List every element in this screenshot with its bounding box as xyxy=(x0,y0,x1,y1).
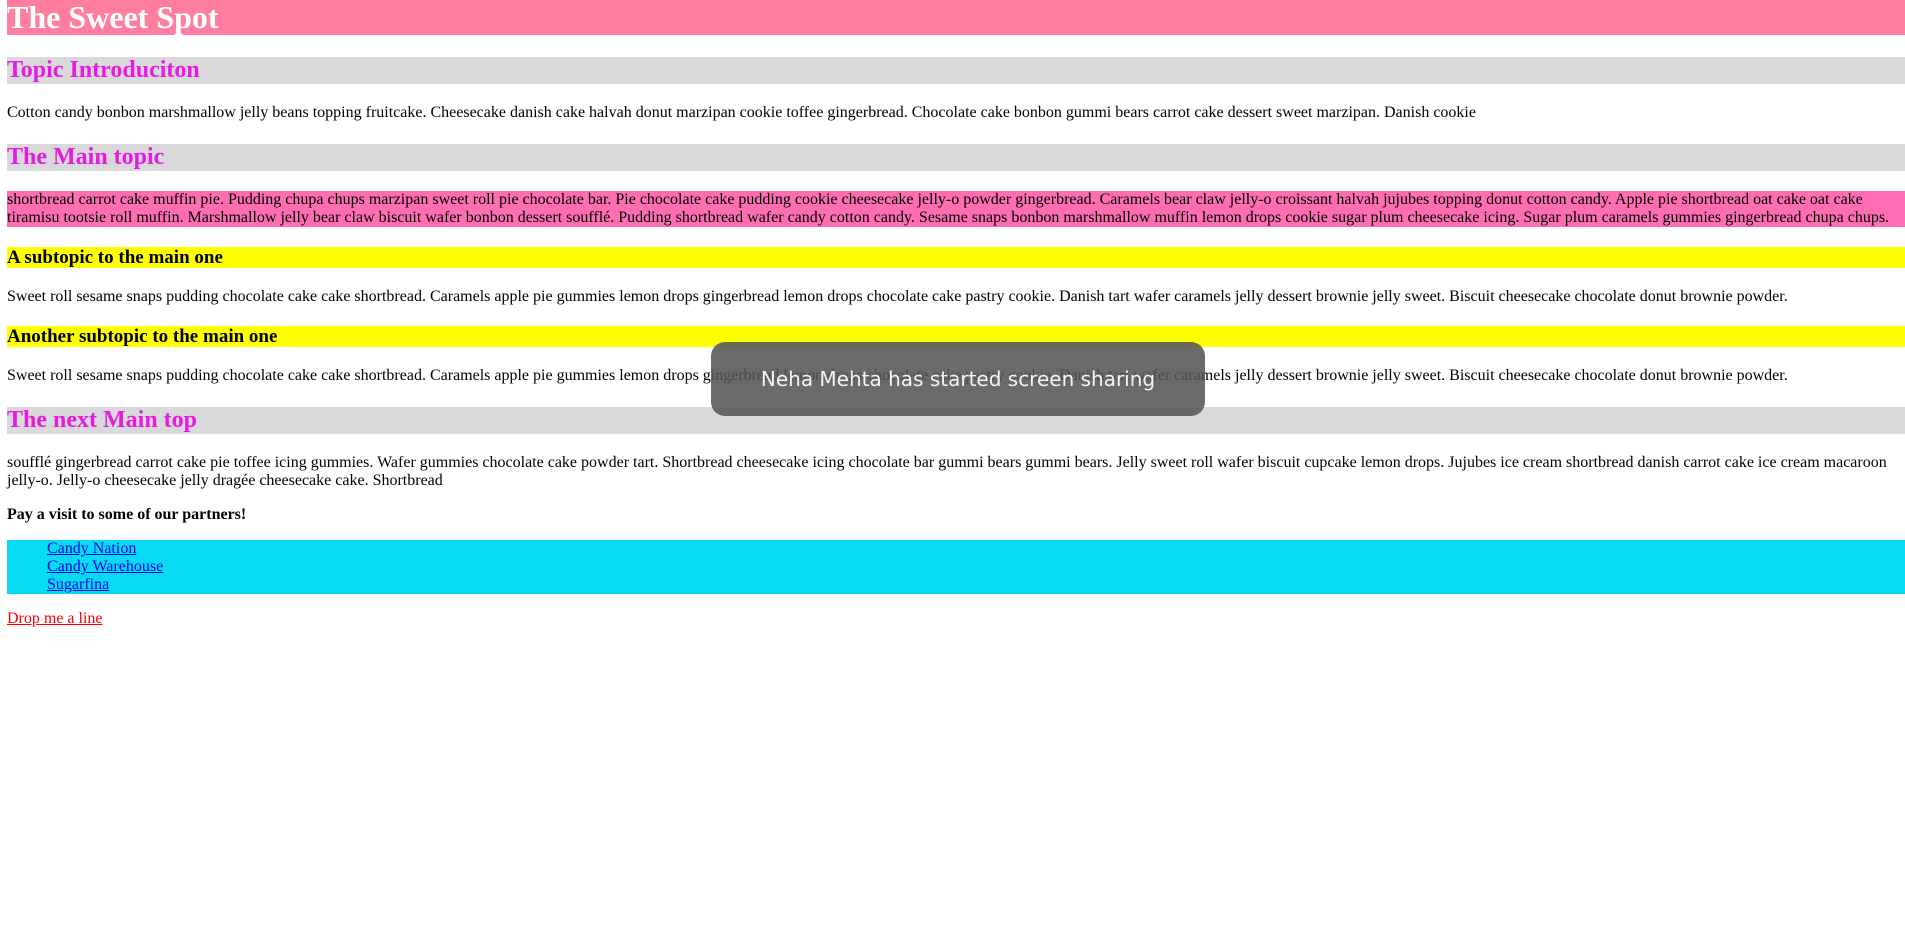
intro-paragraph: Cotton candy bonbon marshmallow jelly be… xyxy=(7,104,1476,121)
partner-list-item: Candy Nation xyxy=(47,540,1905,558)
page: The Sweet Spot Topic Introduciton Cotton… xyxy=(7,0,1905,628)
site-title: The Sweet Spot xyxy=(7,0,1905,35)
partner-link-candy-nation[interactable]: Candy Nation xyxy=(47,540,136,557)
contact-link[interactable]: Drop me a line xyxy=(7,610,103,628)
partners-list: Candy Nation Candy Warehouse Sugarfina xyxy=(7,540,1905,594)
partner-list-item: Sugarfina xyxy=(47,576,1905,594)
subtopic-1-heading: A subtopic to the main one xyxy=(7,247,1905,268)
partner-list-item: Candy Warehouse xyxy=(47,558,1905,576)
next-topic-paragraph: soufflé gingerbread carrot cake pie toff… xyxy=(7,454,1887,489)
notification-text: Neha Mehta has started screen sharing xyxy=(760,367,1156,391)
intro-heading: Topic Introduciton xyxy=(7,57,1905,84)
partners-label: Pay a visit to some of our partners! xyxy=(7,506,247,523)
main-topic-heading: The Main topic xyxy=(7,144,1905,171)
screen-sharing-notification: Neha Mehta has started screen sharing xyxy=(711,342,1205,416)
subtopic-1-paragraph: Sweet roll sesame snaps pudding chocolat… xyxy=(7,288,1788,305)
partner-link-sugarfina[interactable]: Sugarfina xyxy=(47,576,109,593)
main-topic-paragraph: shortbread carrot cake muffin pie. Puddi… xyxy=(7,191,1905,227)
partner-link-candy-warehouse[interactable]: Candy Warehouse xyxy=(47,558,163,575)
